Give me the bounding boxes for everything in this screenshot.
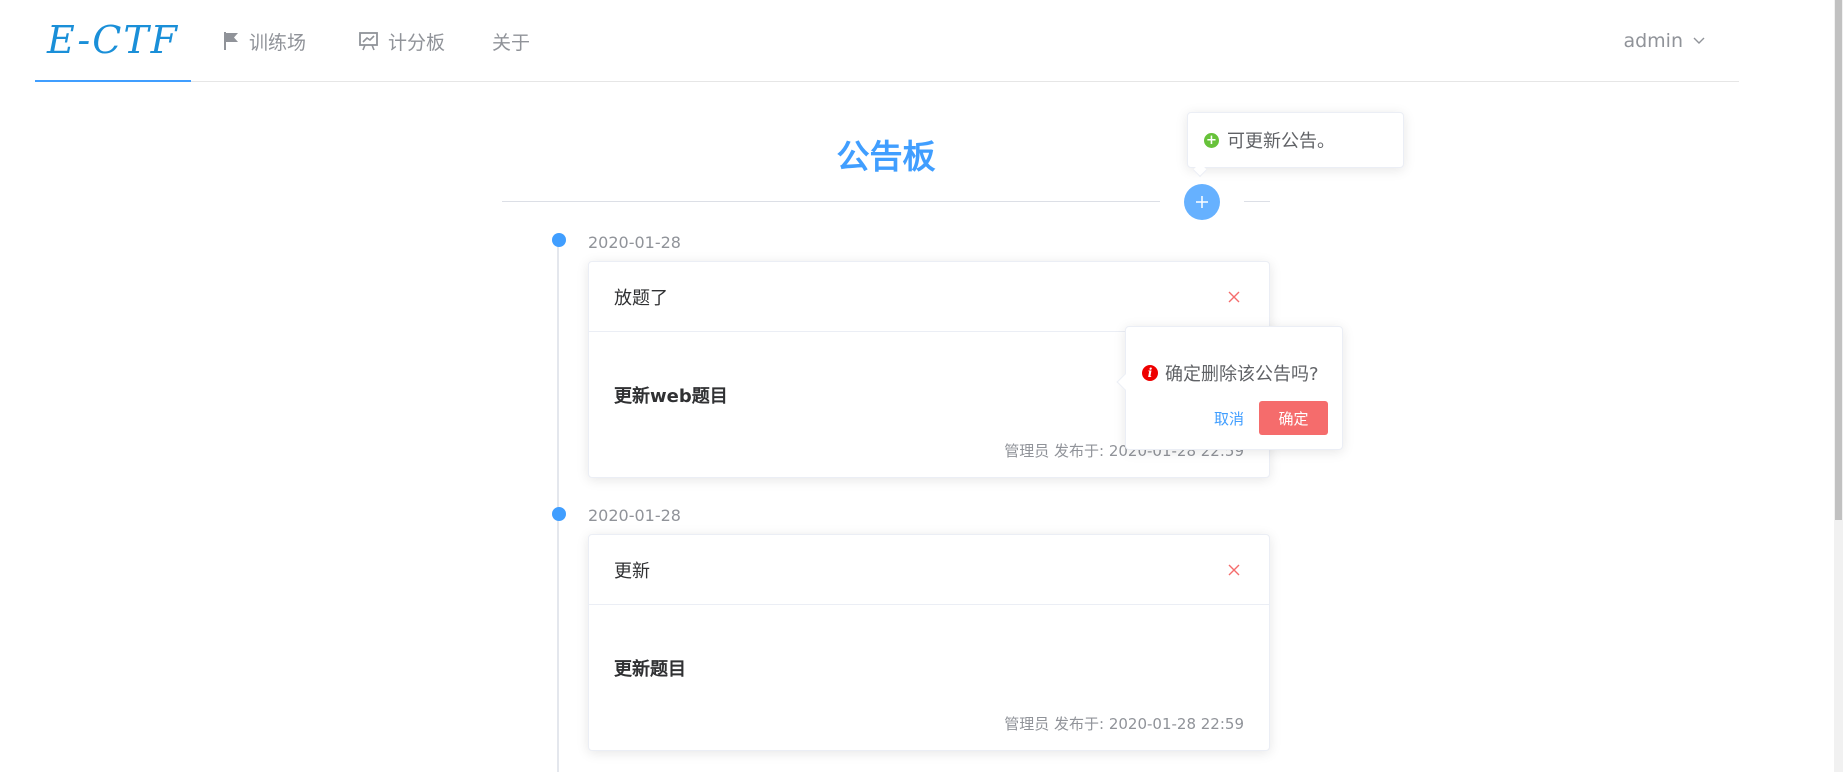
nav-item-label: 关于: [492, 31, 531, 54]
plus-circle-icon: +: [1204, 132, 1219, 148]
page-title: 公告板: [836, 137, 936, 176]
timeline-date: 2020-01-28: [588, 233, 681, 252]
card-header: 放题了: [589, 262, 1269, 332]
add-announcement-button[interactable]: [1184, 184, 1220, 220]
add-tooltip: + 可更新公告。: [1187, 112, 1404, 168]
tooltip-text: 可更新公告。: [1227, 131, 1335, 152]
delete-announcement-button[interactable]: [1221, 284, 1247, 310]
username: admin: [1623, 30, 1683, 52]
card-header: 更新: [589, 535, 1269, 605]
divider: [1244, 201, 1270, 202]
delete-announcement-button[interactable]: [1221, 557, 1247, 583]
nav-item-label: 训练场: [249, 31, 307, 54]
announcement-title: 更新: [614, 560, 650, 582]
nav-item-scoreboard[interactable]: 计分板: [358, 0, 445, 82]
presentation-chart-icon: [359, 32, 378, 51]
confirm-button[interactable]: 确定: [1259, 401, 1328, 435]
announcement-content: 更新web题目: [614, 386, 728, 407]
delete-popconfirm: i 确定删除该公告吗? 取消 确定: [1125, 326, 1343, 450]
announcement-meta: 管理员 发布于: 2020-01-28 22:59: [1004, 715, 1244, 733]
timeline-dot: [552, 507, 566, 521]
info-icon: i: [1142, 365, 1158, 381]
announcement-title: 放题了: [614, 287, 668, 309]
plus-icon: [1196, 196, 1208, 208]
logo-text: E-CTF: [46, 18, 180, 62]
top-navbar: E-CTF 训练场 计分板 关于 admin: [35, 0, 1739, 82]
popconfirm-message: i 确定删除该公告吗?: [1142, 360, 1319, 386]
user-menu[interactable]: admin: [1623, 0, 1705, 82]
close-icon: [1228, 564, 1240, 576]
nav-item-training[interactable]: 训练场: [222, 0, 306, 82]
announcement-content: 更新题目: [614, 659, 686, 680]
logo[interactable]: E-CTF: [35, 0, 191, 82]
scrollbar-thumb[interactable]: [1835, 0, 1842, 520]
nav-item-about[interactable]: 关于: [492, 0, 530, 82]
cancel-button[interactable]: 取消: [1214, 408, 1244, 429]
card-body: 更新题目 管理员 发布于: 2020-01-28 22:59: [589, 605, 1269, 750]
nav-item-label: 计分板: [388, 31, 446, 54]
scrollbar[interactable]: [1834, 0, 1843, 772]
timeline-date: 2020-01-28: [588, 506, 681, 525]
popconfirm-text: 确定删除该公告吗?: [1165, 364, 1319, 385]
timeline-dot: [552, 233, 566, 247]
chevron-down-icon: [1693, 37, 1705, 44]
flag-icon: [224, 32, 238, 50]
close-icon: [1228, 291, 1240, 303]
announcement-card: 更新 更新题目 管理员 发布于: 2020-01-28 22:59: [588, 534, 1270, 751]
divider: [502, 201, 1160, 202]
